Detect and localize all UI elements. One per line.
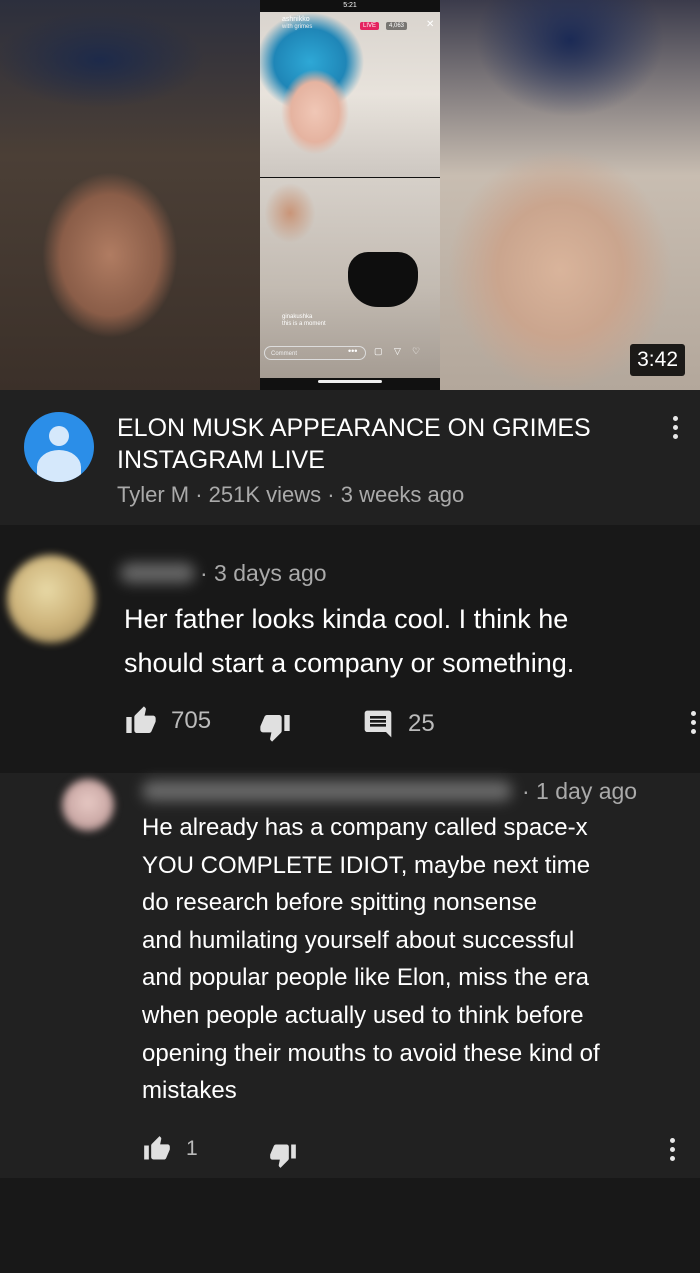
comment-text: He already has a company called space-x … — [142, 809, 600, 1110]
comment-text: Her father looks kinda cool. I think he … — [124, 597, 574, 685]
comment-text-line: do research before spitting nonsense — [142, 889, 537, 917]
comment-text-line: He already has a company called space-x — [142, 814, 588, 841]
reply-count: 25 — [408, 710, 435, 737]
thumbnail-left-frame — [0, 0, 260, 390]
comment-text-line: mistakes — [142, 1077, 237, 1105]
thumbs-down-icon — [270, 1144, 296, 1168]
thumbnail-right-frame — [440, 0, 700, 390]
video-meta: Tyler M · 251K views · 3 weeks ago — [117, 482, 465, 507]
like-count: 705 — [171, 707, 212, 734]
dislike-button[interactable] — [258, 711, 292, 743]
more-vert-icon[interactable] — [691, 711, 696, 734]
video-title[interactable]: ELON MUSK APPEARANCE ON GRIMES INSTAGRAM… — [117, 412, 637, 476]
channel-avatar[interactable] — [24, 412, 94, 482]
ig-guest-label: ginakushka this is a moment — [282, 314, 326, 328]
instagram-live-screenshot: 5:21 ashnikko with grimes LIVE 4,063 ✕ g… — [260, 0, 440, 390]
avatar-head — [49, 426, 69, 446]
ig-guest-username: ginakushka — [282, 314, 313, 320]
host-video-pane — [260, 12, 440, 177]
like-count: 1 — [186, 1137, 198, 1160]
more-vert-icon[interactable] — [673, 416, 678, 439]
comment-text-line: Her father looks kinda cool. I think he — [124, 604, 569, 634]
dislike-button[interactable] — [268, 1141, 298, 1169]
commenter-name[interactable] — [120, 563, 195, 583]
ig-guest-note: this is a moment — [282, 321, 326, 327]
comment: · 3 days ago Her father looks kinda cool… — [0, 525, 700, 773]
close-icon: ✕ — [426, 19, 435, 30]
comment-text-line: YOU COMPLETE IDIOT, maybe next time — [142, 851, 591, 879]
video-info: ELON MUSK APPEARANCE ON GRIMES INSTAGRAM… — [0, 390, 700, 525]
heart-icon: ♡ — [412, 346, 421, 356]
ig-host-subtitle: with grimes — [282, 24, 313, 30]
phone-status-time: 5:21 — [343, 2, 357, 9]
comment-icon — [364, 710, 392, 738]
ig-host-username: ashnikko — [282, 16, 310, 23]
comment-timestamp: · 3 days ago — [200, 560, 327, 586]
avatar-shoulders — [37, 450, 81, 482]
home-indicator — [318, 380, 382, 383]
comment-text-line: should start a company or something. — [124, 648, 575, 678]
page-bottom-area — [0, 1178, 700, 1273]
more-vert-icon[interactable] — [670, 1138, 675, 1161]
thumbs-up-icon — [126, 706, 156, 733]
comment-reply: · 1 day ago He already has a company cal… — [0, 773, 700, 1178]
face-mask — [348, 252, 418, 307]
comment-text-line: when people actually used to think befor… — [142, 1001, 584, 1029]
video-thumbnail[interactable]: 5:21 ashnikko with grimes LIVE 4,063 ✕ g… — [0, 0, 700, 390]
ellipsis-icon: ••• — [348, 346, 358, 356]
comment-timestamp: · 1 day ago — [522, 778, 638, 804]
send-icon: ▽ — [394, 346, 401, 356]
comment-text-line: opening their mouths to avoid these kind… — [142, 1039, 600, 1067]
viewer-count: 4,063 — [386, 22, 408, 30]
comment-text-line: and popular people like Elon, miss the e… — [142, 964, 589, 992]
commenter-avatar[interactable] — [62, 779, 114, 831]
like-button[interactable]: 705 — [124, 705, 211, 737]
thumbs-down-icon — [260, 715, 290, 742]
commenter-name[interactable] — [142, 781, 512, 801]
commenter-avatar[interactable] — [7, 555, 95, 643]
reply-button[interactable]: 25 — [362, 708, 435, 740]
thumbs-up-icon — [144, 1136, 170, 1160]
video-duration-badge: 3:42 — [630, 344, 685, 376]
like-button[interactable]: 1 — [142, 1135, 198, 1163]
live-badge: LIVE — [360, 22, 380, 30]
comment-text-line: and humilating yourself about successful — [142, 926, 575, 954]
question-icon: ▢ — [374, 346, 383, 356]
